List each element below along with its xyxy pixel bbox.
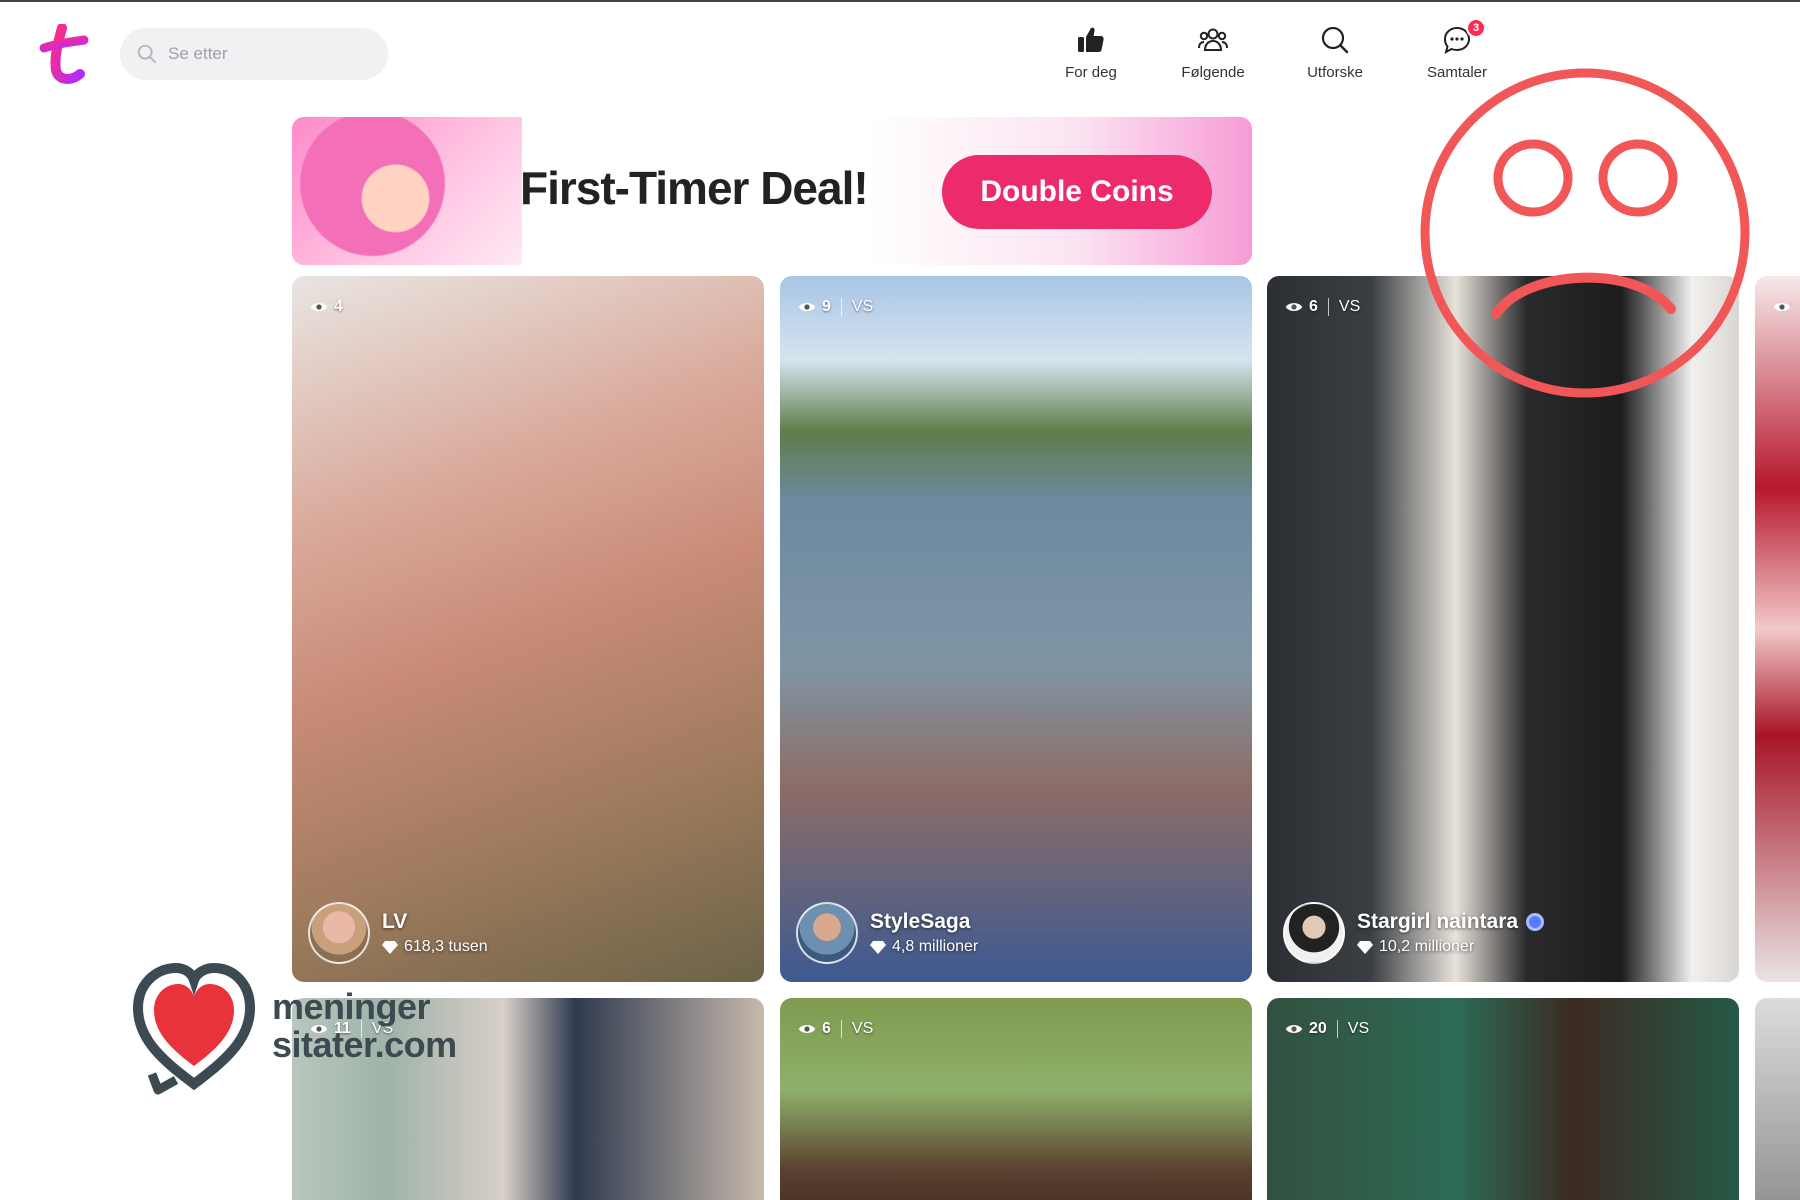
streamer-name[interactable]: Stargirl naintara <box>1357 910 1545 934</box>
search-icon <box>137 44 157 64</box>
coin-total-value: 618,3 tusen <box>404 938 488 955</box>
vs-label: VS <box>1336 1020 1369 1038</box>
view-count: 9 VS <box>798 298 873 316</box>
vs-label: VS <box>840 298 873 316</box>
nav-label: Følgende <box>1181 64 1245 81</box>
streamer-name[interactable]: LV <box>382 910 488 934</box>
live-card[interactable]: 9 VS StyleSaga 4,8 millioner <box>780 276 1252 982</box>
diamond-icon <box>1357 941 1373 954</box>
live-card[interactable]: 20 VS <box>1267 998 1739 1200</box>
streamer-name-text: StyleSaga <box>870 910 971 933</box>
nav-samtaler[interactable]: 3 Samtaler <box>1396 18 1518 81</box>
double-coins-button[interactable]: Double Coins <box>942 155 1212 229</box>
watermark: meninger sitater.com <box>128 956 457 1096</box>
live-card-partial[interactable] <box>1755 998 1800 1200</box>
search-bar[interactable] <box>120 28 388 80</box>
coin-total-value: 10,2 millioner <box>1379 938 1475 955</box>
heart-icon <box>132 962 256 1095</box>
coin-total: 4,8 millioner <box>870 938 978 956</box>
live-card[interactable]: 6 VS Stargirl naintara 10,2 millioner <box>1267 276 1739 982</box>
view-count: 4 <box>310 298 343 316</box>
nav-folgende[interactable]: Følgende <box>1152 24 1274 81</box>
nav-for-deg[interactable]: For deg <box>1030 24 1152 81</box>
avatar[interactable] <box>1283 902 1345 964</box>
unread-badge: 3 <box>1466 18 1486 38</box>
eye-icon <box>1285 1025 1303 1033</box>
view-count <box>1773 298 1797 316</box>
nav-label: For deg <box>1065 64 1117 81</box>
view-count: 20 VS <box>1285 1020 1369 1038</box>
vs-label: VS <box>840 1020 873 1038</box>
explore-icon <box>1321 26 1349 54</box>
eye-icon <box>798 1025 816 1033</box>
diamond-icon <box>382 941 398 954</box>
vs-label: VS <box>1327 298 1360 316</box>
nav-utforske[interactable]: Utforske <box>1274 24 1396 81</box>
app-logo[interactable] <box>36 23 92 84</box>
eye-icon <box>798 303 816 311</box>
streamer-name-text: LV <box>382 910 408 933</box>
streamer-info: StyleSaga 4,8 millioner <box>796 902 978 964</box>
nav-label: Utforske <box>1307 64 1363 81</box>
nav-label: Samtaler <box>1426 64 1488 81</box>
watermark-line-1: meninger <box>272 986 431 1027</box>
search-input[interactable] <box>168 44 368 64</box>
watermark-line-2: sitater.com <box>272 1024 457 1065</box>
streamer-info: Stargirl naintara 10,2 millioner <box>1283 902 1545 964</box>
eye-icon <box>310 303 328 311</box>
view-count-value: 9 <box>822 298 831 315</box>
banner-title: First-Timer Deal! <box>520 162 869 214</box>
group-icon <box>1198 28 1228 51</box>
coin-total: 618,3 tusen <box>382 938 488 956</box>
view-count: 6 VS <box>798 1020 873 1038</box>
eye-icon <box>1773 303 1791 311</box>
window-top-border <box>0 0 1800 2</box>
avatar[interactable] <box>308 902 370 964</box>
banner-character-image <box>292 117 522 265</box>
diamond-icon <box>870 941 886 954</box>
streamer-name-text: Stargirl naintara <box>1357 910 1519 933</box>
top-nav: For deg Følgende Utforske 3 Samtaler <box>1030 18 1518 81</box>
streamer-name[interactable]: StyleSaga <box>870 910 978 934</box>
thumbs-up-icon <box>1078 27 1104 52</box>
live-card-partial[interactable] <box>1755 276 1800 982</box>
view-count-value: 4 <box>334 298 343 315</box>
view-count: 6 VS <box>1285 298 1360 316</box>
live-card[interactable]: 4 LV 618,3 tusen <box>292 276 764 982</box>
view-count-value: 6 <box>1309 298 1318 315</box>
coin-total-value: 4,8 millioner <box>892 938 979 955</box>
streamer-info: LV 618,3 tusen <box>308 902 488 964</box>
coin-total: 10,2 millioner <box>1357 938 1544 956</box>
verified-icon <box>1526 913 1545 931</box>
logo-icon <box>39 23 89 84</box>
view-count-value: 20 <box>1309 1020 1327 1037</box>
live-card[interactable]: 6 VS <box>780 998 1252 1200</box>
promo-banner[interactable]: First-Timer Deal! Double Coins <box>292 117 1252 265</box>
eye-icon <box>1285 303 1303 311</box>
view-count-value: 6 <box>822 1020 831 1037</box>
avatar[interactable] <box>796 902 858 964</box>
